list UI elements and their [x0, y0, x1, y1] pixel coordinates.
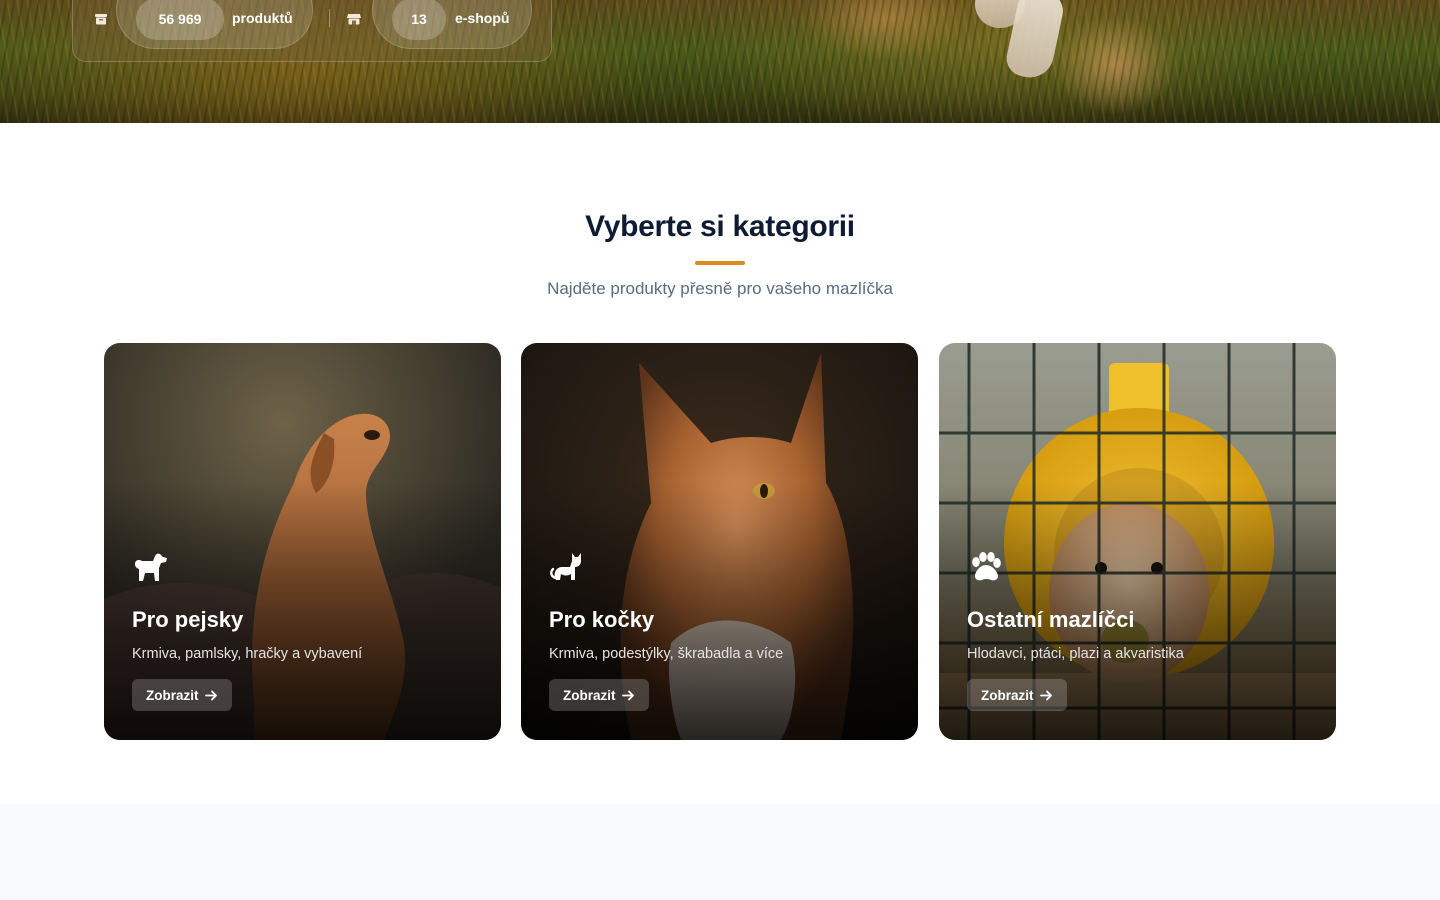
arrow-right-icon — [204, 690, 217, 700]
section-title: Vyberte si kategorii — [585, 210, 855, 243]
stats-panel: 56 969 produktů 13 e-shopů — [72, 0, 552, 62]
stat-shops-value: 13 — [392, 0, 446, 40]
button-label: Zobrazit — [563, 687, 616, 703]
arrow-right-icon — [621, 690, 634, 700]
stat-products-label: produktů — [232, 10, 293, 26]
box-icon — [95, 14, 107, 25]
button-label: Zobrazit — [146, 687, 199, 703]
stat-shops: 13 e-shopů — [372, 0, 532, 49]
next-section-background — [0, 804, 1440, 900]
card-title: Pro pejsky — [132, 607, 244, 632]
show-cats-button[interactable]: Zobrazit — [549, 679, 649, 711]
arrow-right-icon — [1039, 690, 1052, 700]
cat-icon — [550, 553, 581, 580]
card-title: Ostatní mazlíčci — [967, 607, 1135, 632]
title-underline — [695, 261, 745, 265]
section-subtitle: Najděte produkty přesně pro vašeho mazlí… — [547, 279, 893, 298]
stat-shops-label: e-shopů — [455, 10, 510, 26]
category-card-other-pets[interactable]: Ostatní mazlíčci Hlodavci, ptáci, plazi … — [939, 343, 1336, 740]
paw-icon — [972, 552, 1001, 581]
category-card-dogs[interactable]: Pro pejsky Krmiva, pamlsky, hračky a vyb… — [104, 343, 501, 740]
stat-products: 56 969 produktů — [116, 0, 313, 49]
stats-divider — [329, 9, 330, 27]
stat-products-value: 56 969 — [136, 0, 224, 40]
card-description: Hlodavci, ptáci, plazi a akvaristika — [967, 646, 1184, 662]
show-dogs-button[interactable]: Zobrazit — [132, 679, 232, 711]
button-label: Zobrazit — [981, 687, 1034, 703]
dog-icon — [135, 553, 167, 581]
hero-banner: 56 969 produktů 13 e-shopů — [0, 0, 1440, 123]
card-description: Krmiva, pamlsky, hračky a vybavení — [132, 646, 363, 662]
card-title: Pro kočky — [549, 607, 655, 632]
card-description: Krmiva, podestýlky, škrabadla a více — [549, 646, 784, 662]
store-icon — [347, 14, 361, 25]
show-other-pets-button[interactable]: Zobrazit — [967, 679, 1067, 711]
category-card-cats[interactable]: Pro kočky Krmiva, podestýlky, škrabadla … — [521, 343, 918, 740]
